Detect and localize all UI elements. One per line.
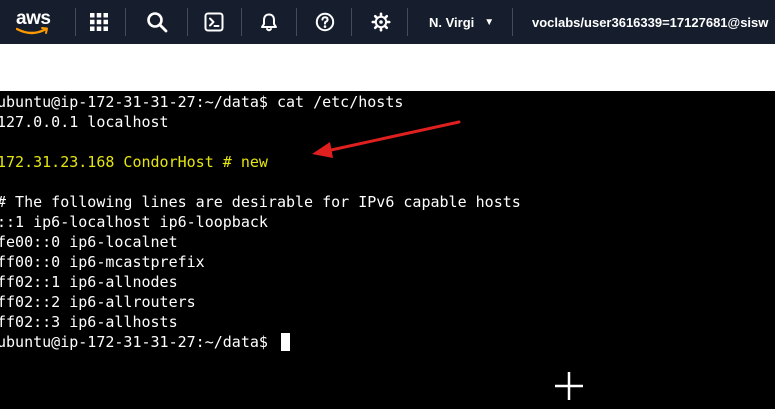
nav-separator [407,8,408,36]
terminal-prompt: ubuntu@ip-172-31-31-27:~/data$ [0,333,277,351]
nav-separator [125,8,126,36]
terminal-line: ff00::0 ip6-mcastprefix [0,253,205,271]
terminal-line: ubuntu@ip-172-31-31-27:~/data$ cat /etc/… [0,93,404,111]
nav-separator [241,8,242,36]
terminal-line: ::1 ip6-localhost ip6-loopback [0,213,268,231]
account-role-menu[interactable]: voclabs/user3616339=17127681@sisw [532,0,768,44]
aws-top-nav: aws N. Virgi ▼ voclabs/user3616339=17127… [0,0,775,44]
nav-separator [75,8,76,36]
nav-separator [512,8,513,36]
apps-grid-icon[interactable] [86,0,112,44]
cloudshell-icon[interactable] [202,0,226,44]
nav-separator [351,8,352,36]
search-icon[interactable] [144,0,170,44]
bell-icon[interactable] [257,0,281,44]
terminal-line: # The following lines are desirable for … [0,193,521,211]
terminal-line: ff02::1 ip6-allnodes [0,273,178,291]
terminal-cursor [280,333,290,351]
annotation-arrow-icon [312,120,461,158]
gear-icon[interactable] [369,0,393,44]
nav-separator [296,8,297,36]
region-label: N. Virgi [429,14,475,30]
terminal-line: ff02::3 ip6-allhosts [0,313,178,331]
help-icon[interactable] [313,0,337,44]
aws-logo[interactable]: aws [14,6,54,38]
caret-down-icon: ▼ [484,16,495,28]
terminal-line: fe00::0 ip6-localnet [0,233,178,251]
console-subheader [0,44,775,91]
terminal-prompt-line[interactable]: ubuntu@ip-172-31-31-27:~/data$ [0,332,521,352]
crosshair-cursor-icon [555,372,583,400]
region-selector[interactable]: N. Virgi ▼ [429,0,494,44]
nav-separator [187,8,188,36]
aws-smile-icon [16,27,48,35]
terminal-line: ff02::2 ip6-allrouters [0,293,196,311]
